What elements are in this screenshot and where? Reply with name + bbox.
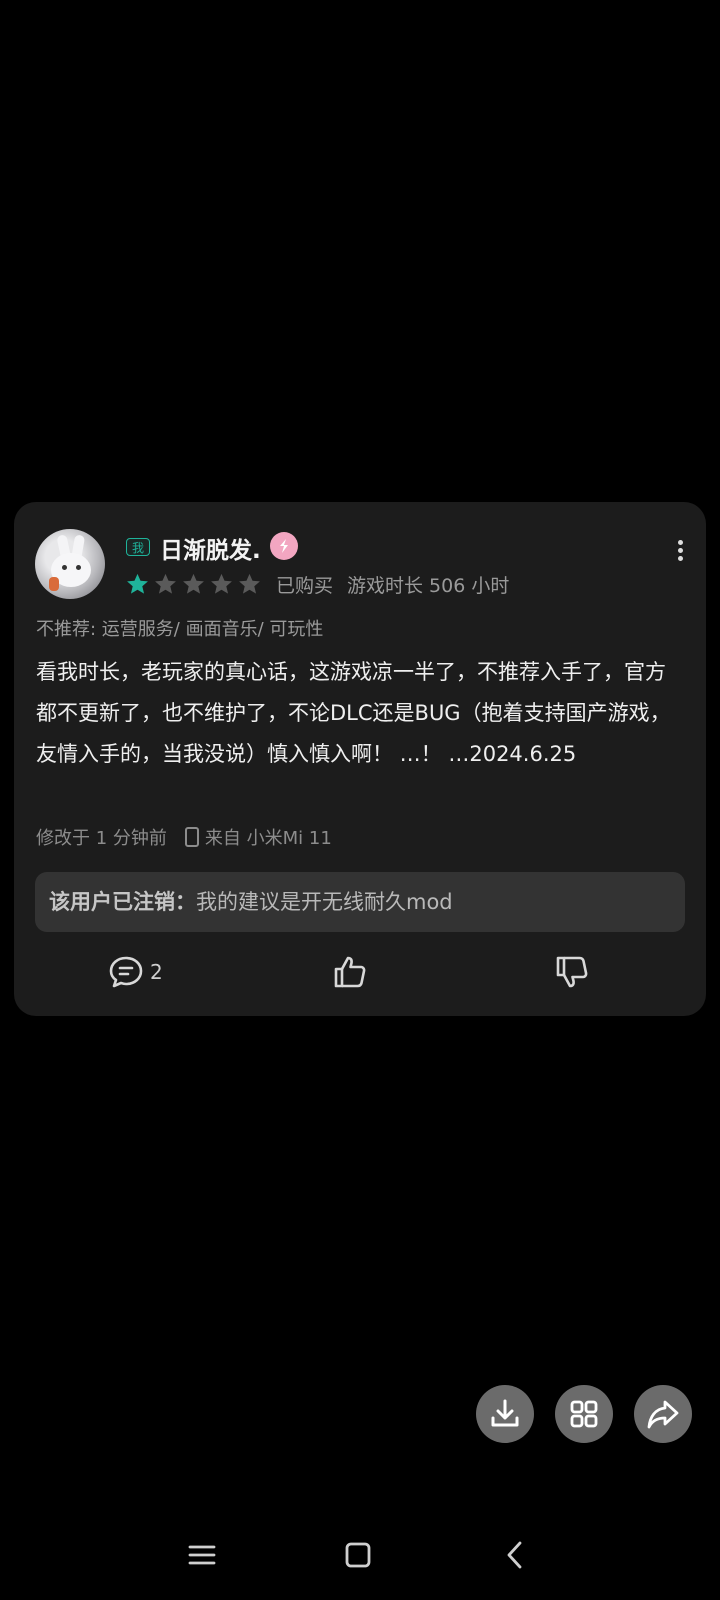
- review-tags: 不推荐: 运营服务/ 画面音乐/ 可玩性: [36, 619, 324, 640]
- grid-icon: [570, 1400, 598, 1428]
- review-body: 看我时长，老玩家的真心话，这游戏凉一半了，不推荐入手了，官方都不更新了，也不维护…: [36, 660, 671, 766]
- star-empty-icon: [155, 573, 176, 594]
- star-filled-icon: [127, 573, 148, 594]
- purchased-label: 已购买: [276, 575, 334, 597]
- comment-icon: [109, 956, 143, 988]
- dislike-button[interactable]: [554, 954, 590, 990]
- back-nav-button[interactable]: [500, 1540, 530, 1574]
- system-nav-bar: [0, 1520, 720, 1600]
- home-icon: [345, 1542, 371, 1568]
- more-options-icon[interactable]: [678, 540, 684, 562]
- download-button[interactable]: [476, 1385, 534, 1443]
- edited-time: 修改于 1 分钟前: [36, 828, 167, 849]
- like-button[interactable]: [332, 954, 368, 990]
- device-label: 来自 小米Mi 11: [204, 828, 332, 849]
- star-empty-icon: [211, 573, 232, 594]
- reply-preview[interactable]: 该用户已注销：我的建议是开无线耐久mod: [35, 872, 685, 932]
- thumbs-up-icon: [334, 956, 366, 988]
- share-icon: [647, 1400, 679, 1429]
- download-icon: [491, 1399, 519, 1427]
- comment-button[interactable]: 2: [108, 954, 163, 990]
- comment-count: 2: [150, 960, 163, 984]
- me-tag: 我: [126, 538, 150, 556]
- thumbs-down-icon: [556, 956, 588, 988]
- share-button[interactable]: [634, 1385, 692, 1443]
- username[interactable]: 日渐脱发.: [160, 531, 261, 565]
- review-footer-meta: 修改于 1 分钟前 来自 小米Mi 11: [36, 824, 332, 850]
- back-icon: [507, 1541, 522, 1569]
- home-nav-button[interactable]: [343, 1540, 373, 1574]
- level-badge-icon: [270, 532, 298, 560]
- action-bar: 2: [14, 940, 706, 1000]
- star-empty-icon: [183, 573, 204, 594]
- review-card: 我 日渐脱发. 已购买 游戏时长 506 小时 不推荐: 运营服务/ 画面音乐/ …: [14, 502, 706, 1016]
- reply-text: 我的建议是开无线耐久mod: [196, 890, 453, 914]
- phone-icon: [184, 827, 199, 847]
- star-empty-icon: [239, 573, 260, 594]
- review-meta: 已购买 游戏时长 506 小时: [276, 571, 523, 598]
- menu-icon: [188, 1545, 216, 1565]
- menu-nav-button[interactable]: [187, 1540, 217, 1574]
- avatar[interactable]: [35, 529, 105, 599]
- grid-button[interactable]: [555, 1385, 613, 1443]
- rating-stars: [125, 572, 262, 597]
- reply-author: 该用户已注销：: [49, 890, 196, 914]
- playtime-label: 游戏时长 506 小时: [347, 575, 510, 597]
